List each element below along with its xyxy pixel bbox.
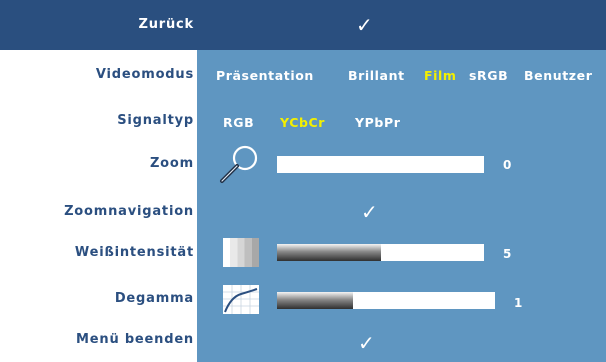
video-mode-option-srgb[interactable]: sRGB <box>469 68 508 84</box>
white-intensity-label: Weißintensität <box>74 245 194 260</box>
degamma-slider-fill <box>277 292 354 309</box>
zoom-navigation-label: Zoomnavigation <box>64 204 194 219</box>
magnifier-icon <box>220 145 258 183</box>
video-mode-option-film[interactable]: Film <box>424 68 457 84</box>
back-label[interactable]: Zurück <box>139 17 195 33</box>
white-intensity-slider-fill <box>277 244 381 261</box>
zoom-slider[interactable] <box>277 156 484 173</box>
value-panel <box>197 50 606 362</box>
zoom-label: Zoom <box>149 156 194 171</box>
degamma-value: 1 <box>514 296 523 310</box>
zoom-navigation-check-icon[interactable]: ✓ <box>361 202 378 222</box>
selected-row-highlight <box>0 0 606 50</box>
video-mode-option-brillant[interactable]: Brillant <box>348 68 405 84</box>
zoom-value: 0 <box>503 158 512 172</box>
signal-type-option-ypbpr[interactable]: YPbPr <box>355 115 401 131</box>
video-mode-label: Videomodus <box>95 67 194 82</box>
white-intensity-slider[interactable] <box>277 244 484 261</box>
signal-type-option-rgb[interactable]: RGB <box>223 115 254 131</box>
degamma-label: Degamma <box>114 291 194 306</box>
white-intensity-value: 5 <box>503 247 512 261</box>
signal-type-label: Signaltyp <box>117 113 194 128</box>
degamma-slider[interactable] <box>277 292 495 309</box>
signal-type-option-ycbcr[interactable]: YCbCr <box>280 115 325 131</box>
degamma-curve-icon <box>223 285 259 314</box>
video-mode-option-presentation[interactable]: Präsentation <box>216 68 314 84</box>
white-intensity-icon <box>223 238 259 267</box>
back-check-icon[interactable]: ✓ <box>356 15 373 35</box>
video-mode-option-user[interactable]: Benutzer <box>524 68 593 84</box>
projector-osd-menu: Zurück ✓ Videomodus Präsentation Brillan… <box>0 0 606 362</box>
exit-menu-check-icon[interactable]: ✓ <box>358 333 375 353</box>
exit-menu-label[interactable]: Menü beenden <box>76 332 194 348</box>
